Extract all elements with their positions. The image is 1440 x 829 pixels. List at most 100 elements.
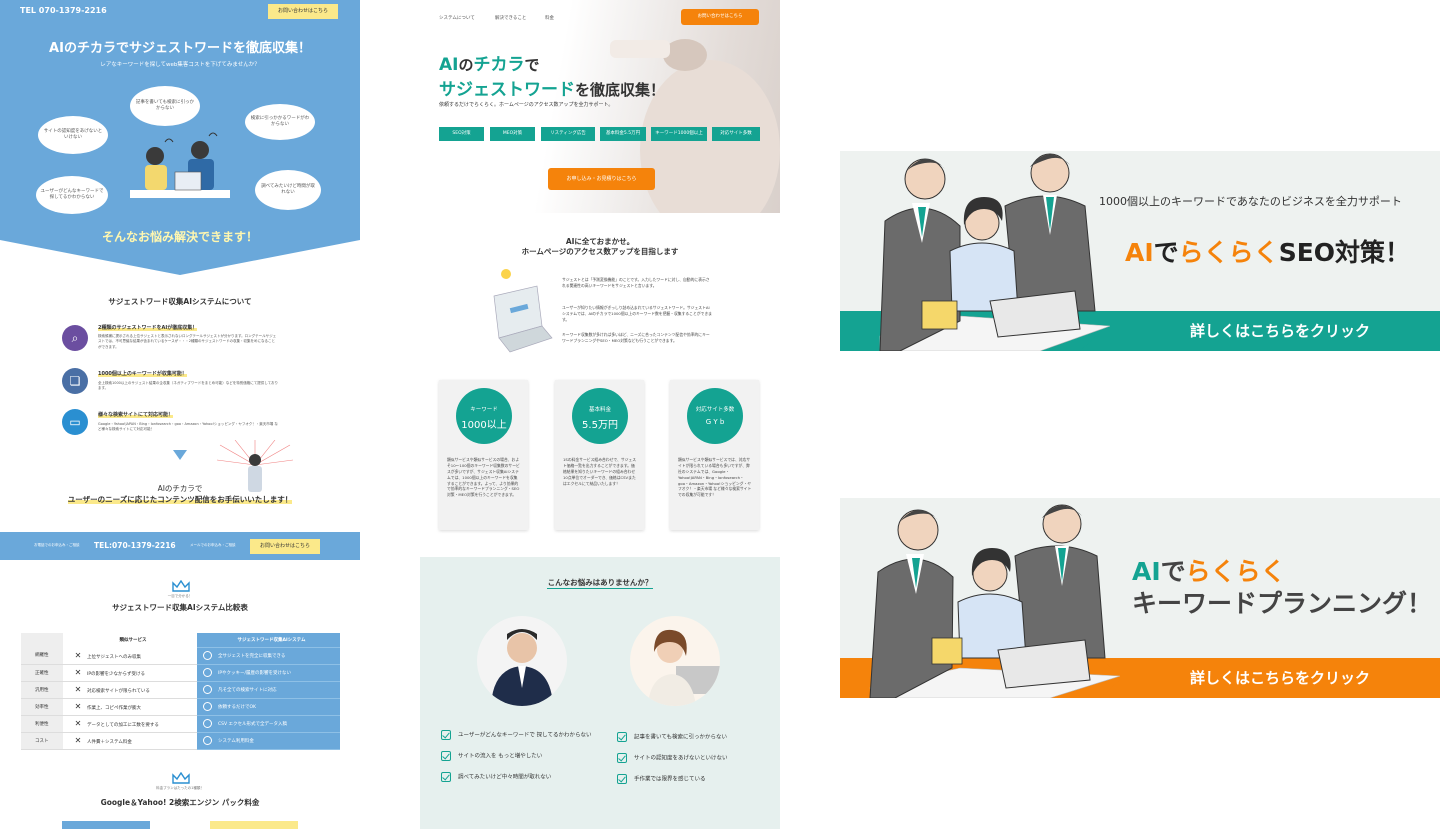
worried-people-illustration xyxy=(130,132,230,198)
seo-banner[interactable]: 1000個以上のキーワードであなたのビジネスを全力サポート AIでらくらくSEO… xyxy=(840,151,1440,351)
check-icon xyxy=(441,730,451,740)
worries-title: こんなお悩みはありませんか？ xyxy=(547,578,653,587)
table-row: 正確性 ✕ IPの影響を少なからず受ける IPやクッキー/履歴の影響を受けない xyxy=(21,664,340,682)
hero-lead: 依頼するだけでらくらく。ホームページのアクセス数アップを全力サポート。 xyxy=(439,102,614,108)
card-value: 5.5万円 xyxy=(582,420,618,431)
tag-sites: 対応サイト多数 xyxy=(712,127,760,141)
check-item: 記事を書いても検索に引っかからない xyxy=(617,732,727,742)
cross-icon: ✕ xyxy=(74,719,82,728)
table-row: コスト ✕ 人件費＋システム料金 システム利用料金 xyxy=(21,732,340,750)
check-item: 手作業では限界を感じている xyxy=(617,774,706,784)
worried-man-photo xyxy=(477,616,567,706)
row-label: コスト xyxy=(21,732,63,750)
worry-bubble: サイトの認知度をあげないといけない xyxy=(38,116,108,154)
lp-left-panel: TEL 070-1379-2216 お問い合わせはこちら AIのチカラでサジェス… xyxy=(0,0,360,829)
card-desc: 1Sの料金サービス組み合わせで、サジェスト価格一覧を出力することができます。価格… xyxy=(563,457,637,486)
keyword-banner[interactable]: AIでらくらく キーワードプランニング！ 詳しくはこちらをクリック xyxy=(840,498,1440,698)
check-icon xyxy=(441,751,451,761)
worry-bubble: ユーザーがどんなキーワードで探してるかわからない xyxy=(36,176,108,214)
document-icon: ❏ xyxy=(62,368,88,394)
hero-title: AIのチカラで サジェストワードを徹底収集！ xyxy=(439,55,666,100)
circle-icon xyxy=(203,668,212,677)
crown-icon xyxy=(172,580,190,592)
check-item: サイトの認知度をあげないといけない xyxy=(617,753,728,763)
pack-kicker: 料金プランはたったの1種類！ xyxy=(156,786,204,790)
banner-title-line1: AIでらくらく xyxy=(1132,557,1286,586)
body-paragraph: キーワード収集数が多ければ多いほど、ニーズに合ったコンテンツ配信や効率的にキーワ… xyxy=(562,332,710,343)
worries-section xyxy=(420,557,780,829)
contact-bar: お電話でのお申込み・ご相談 TEL:070-1379-2216 メールでのお申込… xyxy=(0,532,360,560)
competitor-cell: ✕ 人件費＋システム料金 xyxy=(63,732,197,750)
cross-icon: ✕ xyxy=(74,702,82,711)
crown-icon xyxy=(172,772,190,784)
nav-solutions[interactable]: 解決できること xyxy=(495,15,526,21)
our-system-cell: システム利用料金 xyxy=(197,732,340,750)
comparison-table: 類似サービス サジェストワード収集AIシステム 網羅性 ✕ 上位サジェストへのみ収集… xyxy=(21,633,340,750)
worried-woman-photo xyxy=(630,616,720,706)
feature-desc: Google・Yahoo!JAPAN・Bing・Ionfosearch・goo・… xyxy=(98,422,278,432)
banner-subtitle: 1000個以上のキーワードであなたのビジネスを全力サポート xyxy=(1099,195,1402,208)
phone-note: お電話でのお申込み・ご相談 xyxy=(34,543,80,547)
header-tel[interactable]: TEL 070-1379-2216 xyxy=(20,6,107,15)
worry-bubble: 記事を書いても検索に引っかからない xyxy=(130,86,200,126)
row-label: 汎用性 xyxy=(21,681,63,699)
section-subtitle: ホームページのアクセス数アップを目指します xyxy=(521,247,679,256)
header-contact-button[interactable]: お問い合わせはこちら xyxy=(681,9,759,25)
search-icon: ⌕ xyxy=(62,325,88,351)
body-paragraph: サジェストとは「予測変換機能」のことです。入力したワードに対し、自動的に表示され… xyxy=(562,277,710,288)
header-contact-button[interactable]: お問い合わせはこちら xyxy=(268,4,338,19)
feature-desc: 全上検索1000以上のサジェスト結果の企収集（ネガティブワードをまとめ可能）など… xyxy=(98,381,278,391)
tag-listing: リスティング広告 xyxy=(541,127,595,141)
lp-middle-panel: システムについて 解決できること 料金 お問い合わせはこちら AIのチカラで サ… xyxy=(420,0,780,829)
table-row: 利便性 ✕ データとしての加工に工数を要する CSV エクセル形式で全データ入稿 xyxy=(21,715,340,733)
contact-button[interactable]: お問い合わせはこちら xyxy=(250,539,320,554)
banner-title: AIでらくらくSEO対策！ xyxy=(1125,238,1411,267)
business-team-illustration xyxy=(840,153,1110,351)
card-label: 基本料金 xyxy=(588,407,611,413)
table-row: 汎用性 ✕ 対応検索サイトが限られている 凡そ全ての検索サイトに対応 xyxy=(21,681,340,699)
search-engine-icons: G Y b xyxy=(705,418,725,426)
table-header: 類似サービス xyxy=(63,633,197,647)
feature-title: 1000個以上のキーワードが収集可能！ xyxy=(98,370,187,377)
circle-icon xyxy=(203,702,212,711)
row-label: 網羅性 xyxy=(21,647,63,665)
worry-bubble: 検索に引っかかるワードがわからない xyxy=(245,104,315,140)
banner-cta-label[interactable]: 詳しくはこちらをクリック xyxy=(1190,667,1370,688)
check-icon xyxy=(441,772,451,782)
feature-desc: 検索候補に提示される上位サジェストと表示されないロングテールサジェストが分かりま… xyxy=(98,334,277,349)
phone-number[interactable]: TEL:070-1379-2216 xyxy=(94,541,176,550)
nav-system[interactable]: システムについて xyxy=(439,15,475,21)
worry-bubble: 調べてみたいけど時間が取れない xyxy=(255,170,321,210)
system-heading: サジェストワード収集AIシステムについて xyxy=(108,297,252,306)
check-item: サイトの流入を もっと増やしたい xyxy=(441,751,542,761)
banner-title-line2: キーワードプランニング！ xyxy=(1132,589,1433,618)
apply-button[interactable]: お申し込み・お見積りはこちら xyxy=(548,168,655,190)
down-arrow-icon xyxy=(173,450,187,460)
compare-kicker: 一目で分かる！ xyxy=(167,594,193,598)
row-label: 利便性 xyxy=(21,715,63,733)
check-icon xyxy=(617,774,627,784)
feature-title: 様々な検索サイトにて対応可能！ xyxy=(98,411,174,418)
row-label: 効率性 xyxy=(21,698,63,716)
table-header xyxy=(21,633,63,647)
banner-cta-label[interactable]: 詳しくはこちらをクリック xyxy=(1190,320,1370,341)
card-desc: 類似サービスや類似サービスの場合、およそ10〜100個のキーワード収集数のサービ… xyxy=(447,457,520,498)
card-label: キーワード xyxy=(470,407,498,413)
solve-heading: そんなお悩み解決できます！ xyxy=(101,230,258,244)
mail-note: メールでのお申込み・ご相談 xyxy=(190,543,236,547)
circle-icon xyxy=(203,719,212,728)
hero-subtitle: レアなキーワードを探してweb集客コストを下げてみませんか？ xyxy=(100,62,260,68)
table-header: サジェストワード収集AIシステム xyxy=(197,633,340,648)
table-row: 網羅性 ✕ 上位サジェストへのみ収集 全サジェストを完全に収集できる xyxy=(21,647,340,665)
card-value: 1000以上 xyxy=(461,420,507,431)
tag-seo: SEO対策 xyxy=(439,127,484,141)
check-icon xyxy=(617,753,627,763)
business-team-illustration xyxy=(840,504,1120,698)
our-system-cell: 凡そ全ての検索サイトに対応 xyxy=(197,681,340,699)
nav-pricing[interactable]: 料金 xyxy=(545,15,554,21)
competitor-cell: ✕ 上位サジェストへのみ収集 xyxy=(63,647,197,665)
row-label: 正確性 xyxy=(21,664,63,682)
monitor-icon: ▭ xyxy=(62,409,88,435)
card-desc: 類似サービスや類似サービスでは、対応サイトが限られている場合も多いですが、弊社の… xyxy=(678,457,752,498)
tag-meo: MEO対策 xyxy=(490,127,535,141)
